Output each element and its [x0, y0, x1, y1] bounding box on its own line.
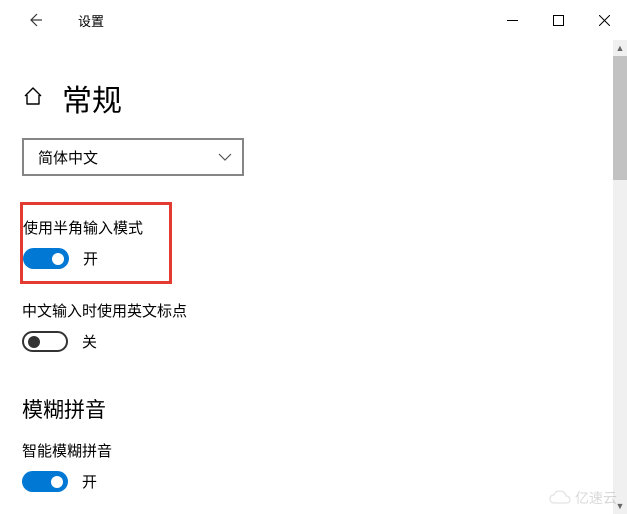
smart-fuzzy-toggle-row: 开 [22, 471, 605, 492]
highlighted-setting: 使用半角输入模式 开 [20, 202, 172, 284]
watermark-text: 亿速云 [575, 488, 617, 508]
fuzzy-pinyin-header: 模糊拼音 [22, 394, 605, 424]
english-punct-toggle[interactable] [22, 331, 68, 352]
maximize-button[interactable] [535, 4, 581, 36]
content-area: 常规 简体中文 使用半角输入模式 开 中文输入时使用英文标点 关 模糊拼音 智能… [0, 40, 627, 492]
maximize-icon [553, 15, 564, 26]
home-icon[interactable] [22, 85, 44, 112]
scrollbar-up-arrow[interactable]: ▲ [613, 40, 627, 56]
english-punct-setting: 中文输入时使用英文标点 关 [22, 300, 605, 352]
scrollbar-thumb[interactable] [613, 56, 627, 180]
page-header: 常规 [22, 76, 605, 120]
chevron-down-icon [218, 153, 232, 161]
smart-fuzzy-state: 开 [82, 471, 97, 492]
language-dropdown[interactable]: 简体中文 [22, 138, 244, 176]
back-button[interactable] [20, 5, 50, 35]
minimize-icon [507, 15, 518, 26]
close-button[interactable] [581, 4, 627, 36]
window-controls [489, 4, 627, 36]
toggle-knob [51, 476, 63, 488]
window-title: 设置 [78, 11, 104, 30]
close-icon [599, 15, 610, 26]
smart-fuzzy-toggle[interactable] [22, 471, 68, 492]
watermark: 亿速云 [549, 488, 617, 508]
smart-fuzzy-label: 智能模糊拼音 [22, 440, 605, 461]
english-punct-state: 关 [82, 331, 97, 352]
dropdown-selected-value: 简体中文 [38, 147, 98, 168]
halfwidth-label: 使用半角输入模式 [23, 217, 159, 238]
english-punct-toggle-row: 关 [22, 331, 605, 352]
halfwidth-toggle[interactable] [23, 248, 69, 269]
arrow-left-icon [27, 12, 43, 28]
page-title: 常规 [62, 76, 122, 120]
toggle-knob [28, 336, 40, 348]
titlebar: 设置 [0, 0, 627, 40]
halfwidth-state: 开 [83, 248, 98, 269]
minimize-button[interactable] [489, 4, 535, 36]
english-punct-label: 中文输入时使用英文标点 [22, 300, 605, 321]
halfwidth-toggle-row: 开 [23, 248, 159, 269]
smart-fuzzy-setting: 智能模糊拼音 开 [22, 440, 605, 492]
toggle-knob [52, 253, 64, 265]
cloud-icon [549, 490, 571, 506]
vertical-scrollbar[interactable]: ▲ ▼ [613, 40, 627, 514]
